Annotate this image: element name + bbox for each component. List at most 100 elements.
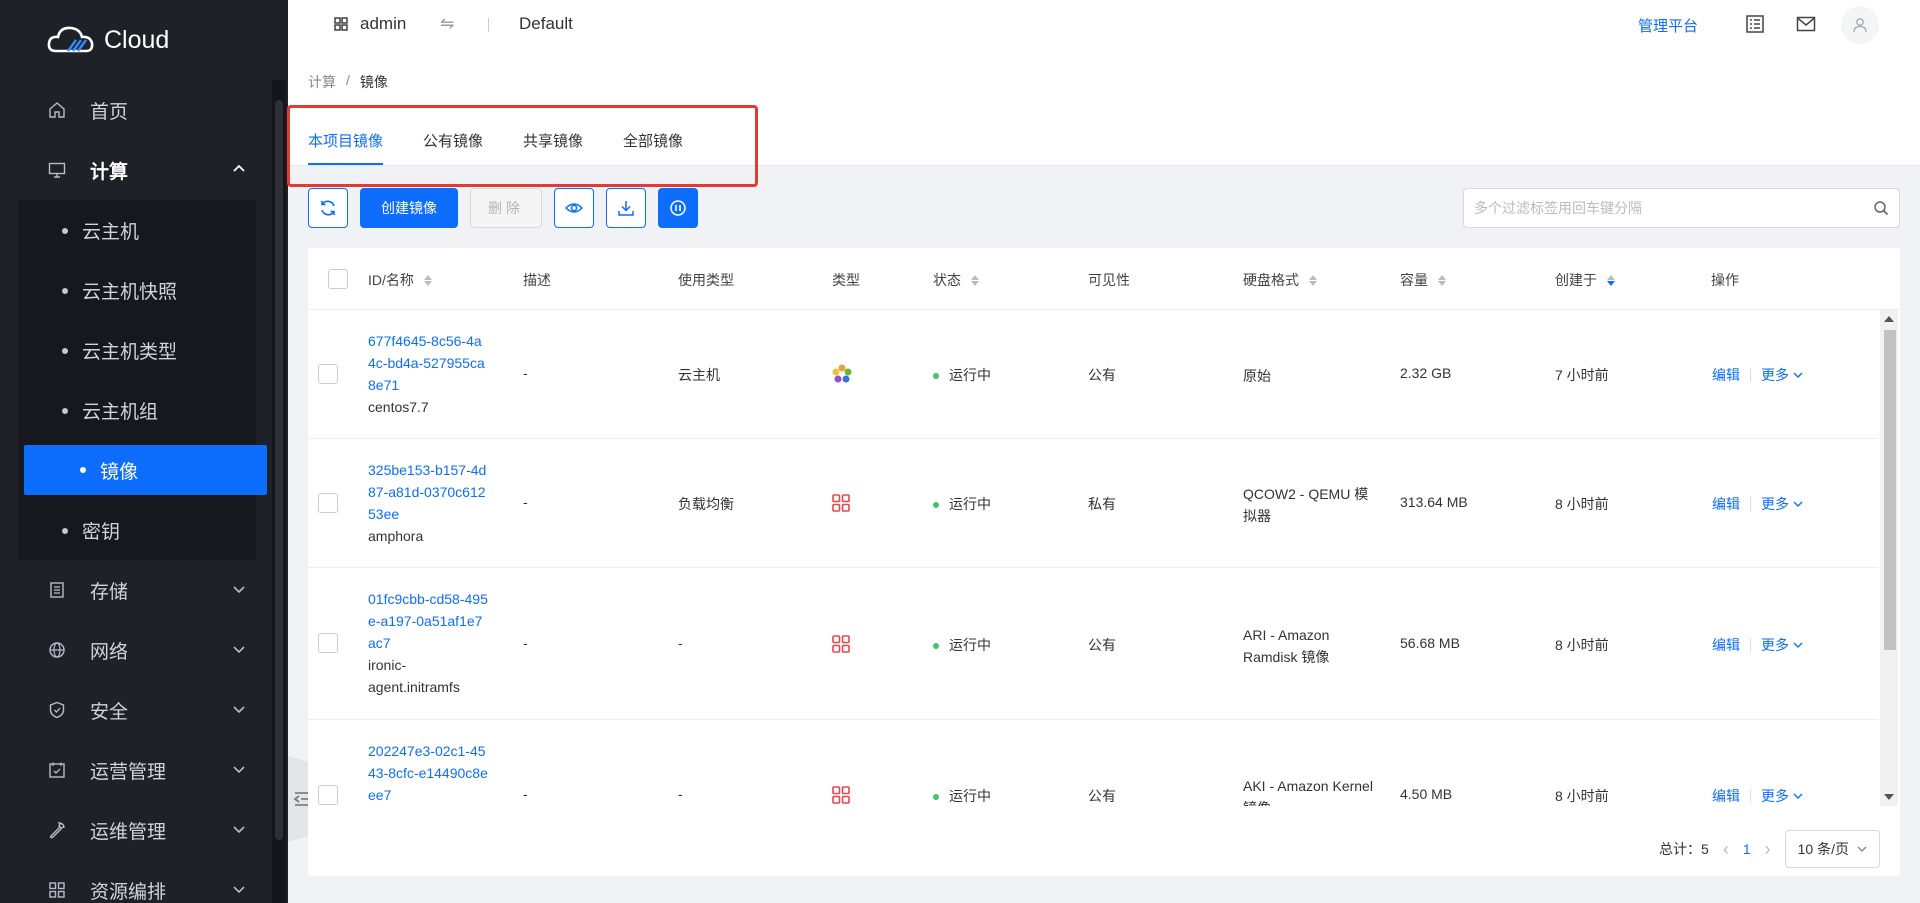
select-all-checkbox[interactable] [328, 269, 348, 289]
edit-link[interactable]: 编辑 [1712, 635, 1740, 655]
breadcrumb: 计算 / 镜像 [308, 72, 388, 92]
breadcrumb-parent[interactable]: 计算 [308, 72, 336, 92]
search-input[interactable] [1464, 189, 1854, 227]
row-checkbox[interactable] [318, 493, 338, 513]
sidebar-item-home[interactable]: 首页 [0, 80, 268, 140]
sidebar-item-label: 存储 [90, 581, 129, 603]
mail-icon[interactable] [1796, 14, 1816, 34]
pause-button[interactable] [658, 188, 698, 228]
col-created[interactable]: 创建于 [1555, 270, 1615, 290]
images-table: ID/名称 描述 使用类型 类型 状态 可见性 硬盘格式 容量 创建于 操作 6… [308, 248, 1900, 876]
row-checkbox[interactable] [318, 785, 338, 805]
sidebar-item-operations[interactable]: 运营管理 [0, 740, 268, 800]
image-name: centos7.7 [368, 399, 429, 415]
scrollbar-thumb[interactable] [1884, 330, 1896, 650]
created-cell: 8 小时前 [1555, 496, 1609, 512]
status-dot-icon [933, 794, 939, 801]
images-panel: 创建镜像 删除 ID/名称 描述 使用类型 类型 状态 [308, 166, 1900, 876]
table-scrollbar[interactable] [1880, 310, 1898, 806]
brand-logo[interactable]: Cloud [46, 20, 169, 60]
sort-icon [1438, 274, 1446, 286]
swap-icon[interactable]: ⇋ [440, 14, 454, 34]
edit-link[interactable]: 编辑 [1712, 786, 1740, 806]
page-size-value: 10 条/页 [1797, 841, 1849, 857]
format-cell: 原始 [1243, 368, 1271, 384]
bullet-icon [62, 228, 68, 234]
breadcrumb-separator: / [346, 72, 350, 88]
col-label: ID/名称 [368, 272, 414, 288]
sidebar-item-server-groups[interactable]: 云主机组 [0, 380, 256, 440]
edit-link[interactable]: 编辑 [1712, 365, 1740, 385]
sidebar-item-flavors[interactable]: 云主机类型 [0, 320, 256, 380]
chevron-down-icon [233, 646, 245, 654]
prev-page-icon[interactable]: ‹ [1723, 839, 1729, 860]
next-page-icon[interactable]: › [1765, 839, 1771, 860]
col-label: 可见性 [1088, 272, 1130, 288]
more-dropdown[interactable]: 更多 [1761, 635, 1803, 655]
description-cell: - [523, 635, 528, 651]
sidebar-item-label: 资源编排 [90, 881, 167, 903]
size-cell: 313.64 MB [1400, 494, 1468, 510]
delete-button[interactable]: 删除 [470, 188, 542, 228]
sidebar-item-label: 运维管理 [90, 821, 167, 843]
col-status[interactable]: 状态 [933, 270, 979, 290]
scroll-down-icon[interactable] [1884, 794, 1894, 800]
search-icon[interactable] [1873, 200, 1889, 216]
bullet-icon [62, 528, 68, 534]
image-id-link[interactable]: 677f4645-8c56-4a4c-bd4a-527955ca8e71 [368, 330, 488, 396]
sidebar-item-storage[interactable]: 存储 [0, 560, 268, 620]
storage-icon [48, 581, 66, 599]
page-size-select[interactable]: 10 条/页 [1784, 830, 1880, 868]
calendar-icon [48, 761, 66, 779]
page-number[interactable]: 1 [1743, 841, 1751, 857]
chevron-down-icon [233, 766, 245, 774]
user-avatar[interactable] [1841, 6, 1879, 44]
more-label: 更多 [1761, 788, 1789, 804]
sort-icon [423, 274, 432, 286]
sidebar-item-maintenance[interactable]: 运维管理 [0, 800, 268, 860]
download-button[interactable] [606, 188, 646, 228]
sidebar-item-network[interactable]: 网络 [0, 620, 268, 680]
sidebar-item-instance-snapshots[interactable]: 云主机快照 [0, 260, 256, 320]
create-image-button[interactable]: 创建镜像 [360, 188, 458, 228]
admin-platform-link[interactable]: 管理平台 [1638, 15, 1698, 36]
view-button[interactable] [554, 188, 594, 228]
monitor-icon [48, 161, 66, 179]
list-doc-icon[interactable] [1745, 14, 1765, 34]
apps-grid-icon [334, 17, 348, 31]
sidebar-item-label: 云主机组 [82, 401, 159, 423]
sidebar-item-orchestration[interactable]: 资源编排 [0, 860, 268, 903]
format-cell: AKI - Amazon Kernel 镜像 [1243, 778, 1373, 806]
sidebar-item-compute[interactable]: 计算 [0, 140, 268, 200]
actions-cell: 编辑 更多 [1712, 365, 1803, 385]
sidebar-item-keypairs[interactable]: 密钥 [0, 500, 256, 560]
scrollbar-thumb[interactable] [275, 100, 283, 840]
cloud-logo-icon [47, 26, 94, 53]
more-dropdown[interactable]: 更多 [1761, 786, 1803, 806]
col-id-name[interactable]: ID/名称 [368, 270, 432, 290]
col-size[interactable]: 容量 [1400, 270, 1446, 290]
sidebar-item-instances[interactable]: 云主机 [0, 200, 256, 260]
sort-icon [1309, 274, 1317, 286]
sidebar-item-security[interactable]: 安全 [0, 680, 268, 740]
breadcrumb-current: 镜像 [359, 74, 388, 90]
image-id-link[interactable]: 202247e3-02c1-4543-8cfc-e14490c8eee7 [368, 740, 488, 806]
sidebar-item-label: 计算 [90, 161, 129, 183]
sidebar-item-images[interactable]: 镜像 [24, 445, 267, 495]
scroll-up-icon[interactable] [1884, 316, 1894, 322]
more-dropdown[interactable]: 更多 [1761, 365, 1803, 385]
col-disk-format[interactable]: 硬盘格式 [1243, 270, 1317, 290]
chevron-down-icon [1793, 372, 1803, 378]
refresh-button[interactable] [308, 188, 348, 228]
more-dropdown[interactable]: 更多 [1761, 494, 1803, 514]
sidebar-scrollbar[interactable] [272, 80, 286, 903]
edit-link[interactable]: 编辑 [1712, 494, 1740, 514]
image-id-link[interactable]: 325be153-b157-4d87-a81d-0370c61253ee [368, 459, 488, 525]
col-label: 容量 [1400, 272, 1428, 288]
image-id-link[interactable]: 01fc9cbb-cd58-495e-a197-0a51af1e7ac7 [368, 588, 488, 654]
row-checkbox[interactable] [318, 633, 338, 653]
row-checkbox[interactable] [318, 364, 338, 384]
total-count: 总计：5 [1659, 839, 1709, 859]
project-switcher[interactable]: admin [334, 14, 406, 34]
col-label: 类型 [832, 272, 860, 288]
